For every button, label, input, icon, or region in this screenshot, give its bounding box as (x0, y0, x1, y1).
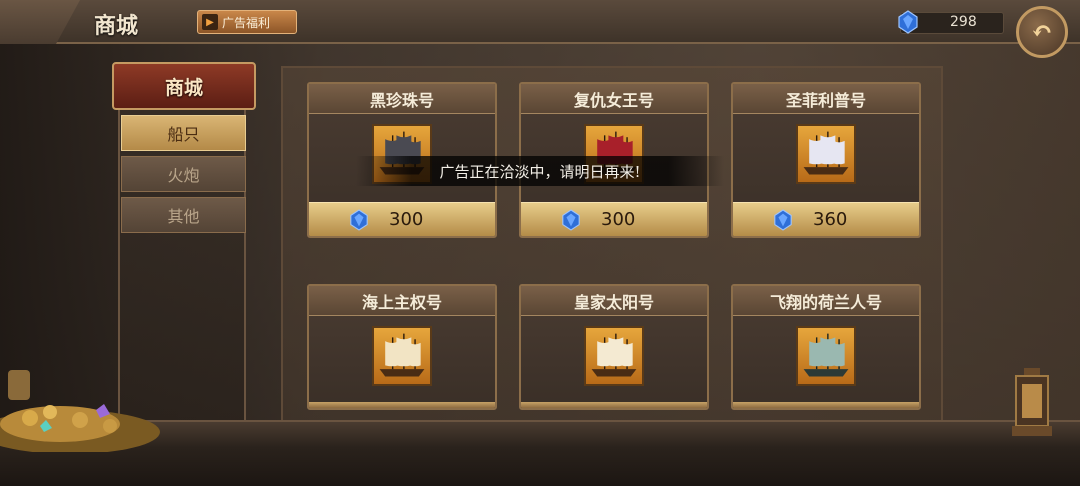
ship-card[interactable]: 圣菲利普号 360 (731, 82, 921, 238)
price-bar[interactable]: 300 (521, 202, 707, 236)
price-value: 360 (813, 209, 848, 230)
card-bottom-trim (309, 402, 495, 408)
price-bar[interactable]: 360 (733, 202, 919, 236)
card-bottom-trim (733, 402, 919, 408)
ship-image (372, 326, 432, 386)
page-title: 商城 (94, 13, 139, 39)
price-value: 300 (601, 209, 636, 230)
ship-image (796, 124, 856, 184)
ship-name: 复仇女王号 (521, 84, 707, 114)
gem-icon (898, 10, 918, 34)
play-icon: ▶ (202, 14, 218, 30)
treasure-pile-icon (0, 370, 160, 452)
sidebar-item-ships[interactable]: 船只 (121, 115, 246, 151)
back-arrow-icon: ↶ (1031, 17, 1053, 47)
ship-name: 皇家太阳号 (521, 286, 707, 316)
ship-icon (803, 333, 849, 377)
ship-name: 圣菲利普号 (733, 84, 919, 114)
lantern-icon (1012, 368, 1052, 436)
back-button[interactable]: ↶ (1016, 6, 1068, 58)
ship-card[interactable]: 皇家太阳号 (519, 284, 709, 410)
gem-icon (562, 209, 580, 231)
sidebar-item-cannons[interactable]: 火炮 (121, 156, 246, 192)
ship-card[interactable]: 飞翔的荷兰人号 (731, 284, 921, 410)
ship-name: 黑珍珠号 (309, 84, 495, 114)
price-bar[interactable]: 300 (309, 202, 495, 236)
currency-value: 298 (950, 14, 977, 30)
ship-name: 海上主权号 (309, 286, 495, 316)
card-bottom-trim (521, 402, 707, 408)
ad-rewards-button[interactable]: ▶ 广告福利 (197, 10, 297, 34)
ad-rewards-label: 广告福利 (222, 15, 271, 30)
ship-icon (803, 131, 849, 175)
ship-icon (379, 333, 425, 377)
ship-image (584, 326, 644, 386)
gem-icon (774, 209, 792, 231)
sidebar-heading: 商城 (112, 62, 256, 110)
ship-card[interactable]: 海上主权号 (307, 284, 497, 410)
sidebar-item-other[interactable]: 其他 (121, 197, 246, 233)
ship-icon (591, 333, 637, 377)
toast-message: 广告正在洽淡中，请明日再来! (356, 156, 724, 186)
gem-icon (350, 209, 368, 231)
ship-image (796, 326, 856, 386)
price-value: 300 (389, 209, 424, 230)
ship-name: 飞翔的荷兰人号 (733, 286, 919, 316)
